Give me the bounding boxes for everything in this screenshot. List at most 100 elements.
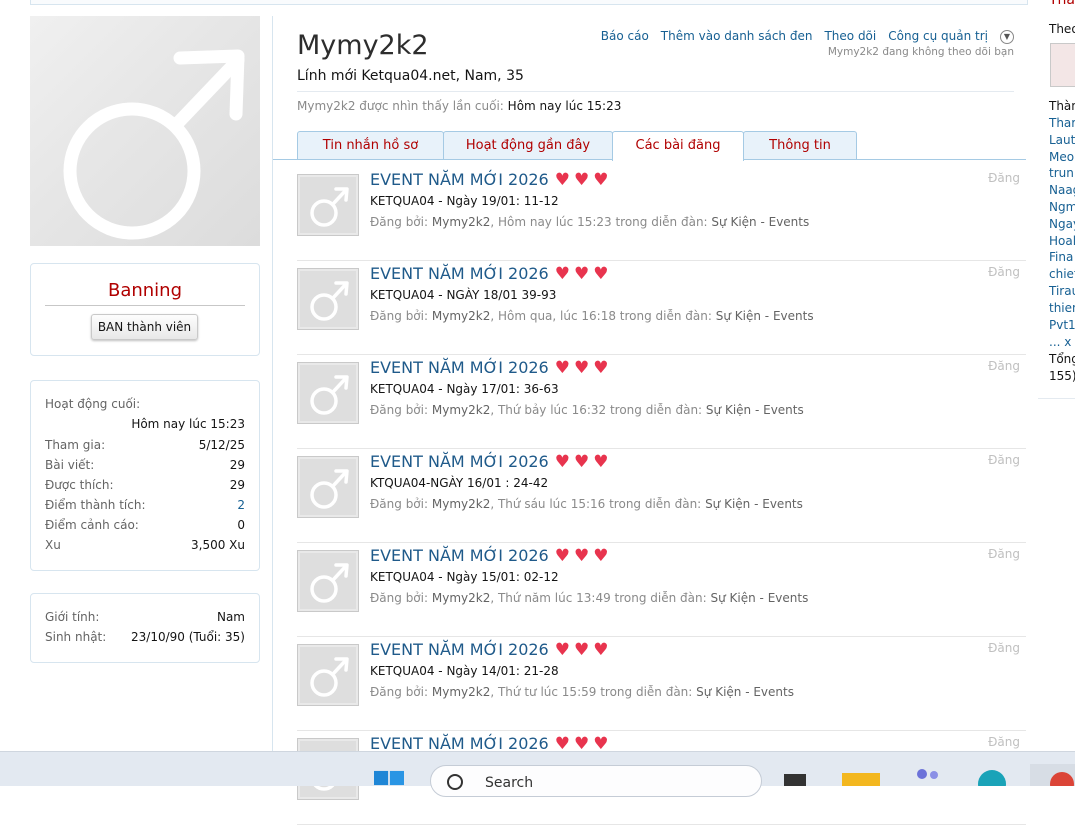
tab-profile-posts[interactable]: Tin nhắn hồ sơ: [297, 131, 444, 159]
profile-avatar[interactable]: [30, 16, 260, 246]
post-meta: Đăng bởi: Mymy2k2, Thứ sáu lúc 15:16 tro…: [370, 497, 803, 511]
post-meta: Đăng bởi: Mymy2k2, Thứ bảy lúc 16:32 tro…: [370, 403, 804, 417]
post-author-avatar[interactable]: [297, 268, 359, 330]
post-meta: Đăng bởi: Mymy2k2, Hôm qua, lúc 16:18 tr…: [370, 309, 814, 323]
stat-row: Xu 3,500 Xu: [45, 538, 245, 552]
post-title-link[interactable]: EVENT NĂM MỚI 2026 ♥♥♥: [370, 358, 612, 378]
male-icon: [310, 657, 349, 697]
member-link[interactable]: Pvt1: [1049, 318, 1075, 332]
post-title-link[interactable]: EVENT NĂM MỚI 2026 ♥♥♥: [370, 452, 612, 472]
member-link[interactable]: Ngmr: [1049, 200, 1075, 214]
profile-user-title: Lính mới Ketqua04.net, Nam, 35: [297, 68, 524, 84]
report-link[interactable]: Báo cáo: [601, 29, 649, 43]
search-input[interactable]: Search: [485, 775, 533, 791]
heart-icon: ♥♥♥: [554, 546, 613, 566]
member-link[interactable]: thien: [1049, 301, 1075, 315]
task-view-icon[interactable]: [778, 770, 812, 786]
post-forum-link[interactable]: Sự Kiện - Events: [696, 685, 794, 699]
follow-link[interactable]: Theo dõi: [824, 29, 876, 43]
member-link[interactable]: trun: [1049, 166, 1074, 180]
post-title-link[interactable]: EVENT NĂM MỚI 2026 ♥♥♥: [370, 170, 612, 190]
info-row: Giới tính: Nam: [45, 610, 245, 624]
file-explorer-icon[interactable]: [842, 770, 880, 786]
stat-row: Được thích: 29: [45, 478, 245, 492]
member-link[interactable]: Tirau: [1049, 284, 1075, 298]
post-author-link[interactable]: Mymy2k2: [432, 497, 490, 511]
chevron-down-icon[interactable]: ▼: [1000, 29, 1014, 44]
ban-panel: Banning BAN thành viên: [30, 263, 260, 356]
stat-row: Tham gia: 5/12/25: [45, 438, 245, 452]
member-link[interactable]: Hoal: [1049, 234, 1075, 248]
post-author-avatar[interactable]: [297, 456, 359, 518]
stat-row: Bài viết: 29: [45, 458, 245, 472]
chrome-icon[interactable]: [1030, 764, 1075, 786]
search-icon: [447, 774, 463, 790]
member-link[interactable]: chiet: [1049, 267, 1075, 281]
member-link[interactable]: Meor: [1049, 150, 1075, 164]
moderator-tools-link[interactable]: Công cụ quản trị: [888, 29, 988, 43]
stat-row: Điểm thành tích: 2: [45, 498, 245, 512]
post-author-link[interactable]: Mymy2k2: [432, 591, 490, 605]
tab-recent-activity[interactable]: Hoạt động gần đây: [443, 131, 613, 159]
post-meta: Đăng bởi: Mymy2k2, Thứ năm lúc 13:49 tro…: [370, 591, 809, 605]
ban-member-button[interactable]: BAN thành viên: [91, 314, 198, 340]
post-forum-link[interactable]: Sự Kiện - Events: [705, 497, 803, 511]
last-activity-label: Hoạt động cuối:: [45, 397, 141, 411]
post-title-link[interactable]: EVENT NĂM MỚI 2026 ♥♥♥: [370, 640, 612, 660]
tab-information[interactable]: Thông tin: [743, 131, 857, 159]
post-type-label: Đăng: [988, 453, 1020, 467]
member-link[interactable]: Naag: [1049, 183, 1075, 197]
male-icon: [63, 49, 245, 240]
post-author-avatar[interactable]: [297, 644, 359, 706]
post-author-avatar[interactable]: [297, 174, 359, 236]
last-seen-value: Hôm nay lúc 15:23: [507, 99, 622, 113]
column-divider: [272, 16, 273, 751]
post-item: EVENT NĂM MỚI 2026 ♥♥♥ KETQUA04 - Ngày 19/…: [297, 167, 1026, 261]
heart-icon: ♥♥♥: [554, 264, 613, 284]
post-author-link[interactable]: Mymy2k2: [432, 309, 490, 323]
post-snippet: KTQUA04-NGÀY 16/01 : 24-42: [370, 476, 549, 490]
post-title-link[interactable]: EVENT NĂM MỚI 2026 ♥♥♥: [370, 264, 612, 284]
taskbar-search[interactable]: Search: [430, 765, 762, 797]
members-label: Thàn: [1049, 99, 1075, 113]
post-forum-link[interactable]: Sự Kiện - Events: [711, 215, 809, 229]
post-forum-link[interactable]: Sự Kiện - Events: [716, 309, 814, 323]
member-link[interactable]: Ngay: [1049, 217, 1075, 231]
post-author-link[interactable]: Mymy2k2: [432, 215, 490, 229]
ignore-link[interactable]: Thêm vào danh sách đen: [661, 29, 813, 43]
post-forum-link[interactable]: Sự Kiện - Events: [711, 591, 809, 605]
post-item: EVENT NĂM MỚI 2026 ♥♥♥ KETQUA04 - NGÀY 18/…: [297, 261, 1026, 355]
heart-icon: ♥♥♥: [554, 170, 613, 190]
post-author-link[interactable]: Mymy2k2: [432, 685, 490, 699]
post-author-avatar[interactable]: [297, 550, 359, 612]
post-snippet: KETQUA04 - NGÀY 18/01 39-93: [370, 288, 557, 302]
post-type-label: Đăng: [988, 171, 1020, 185]
info-row: Sinh nhật: 23/10/90 (Tuổi: 35): [45, 630, 245, 644]
heart-icon: ♥♥♥: [554, 452, 613, 472]
post-snippet: KETQUA04 - Ngày 17/01: 36-63: [370, 382, 559, 396]
male-icon: [310, 375, 349, 415]
member-link[interactable]: Laut: [1049, 133, 1075, 147]
follower-avatar[interactable]: [1050, 43, 1075, 87]
post-meta: Đăng bởi: Mymy2k2, Hôm nay lúc 15:23 tro…: [370, 215, 810, 229]
post-title-link[interactable]: EVENT NĂM MỚI 2026 ♥♥♥: [370, 546, 612, 566]
post-forum-link[interactable]: Sự Kiện - Events: [706, 403, 804, 417]
right-sidebar: Tha Theo Thàn Thar Laut Meor trun Naag Ngmr Ng…: [1038, 0, 1075, 399]
tab-postings[interactable]: Các bài đăng: [612, 131, 744, 161]
taskbar: Search: [0, 751, 1075, 797]
more-members-link[interactable]: ... x: [1049, 335, 1071, 349]
post-snippet: KETQUA04 - Ngày 19/01: 11-12: [370, 194, 559, 208]
right-sidebar-heading: Tha: [1049, 0, 1075, 8]
teams-icon[interactable]: [910, 768, 944, 786]
edge-icon[interactable]: [975, 768, 1009, 786]
member-link[interactable]: Fina: [1049, 250, 1073, 264]
profile-actions: Báo cáo Thêm vào danh sách đen Theo dõi Côn…: [589, 29, 1014, 44]
post-author-link[interactable]: Mymy2k2: [432, 403, 490, 417]
windows-start-icon[interactable]: [374, 770, 404, 786]
post-type-label: Đăng: [988, 359, 1020, 373]
member-link[interactable]: Thar: [1049, 116, 1075, 130]
heart-icon: ♥♥♥: [554, 640, 613, 660]
post-type-label: Đăng: [988, 641, 1020, 655]
post-author-avatar[interactable]: [297, 362, 359, 424]
trophy-points-link[interactable]: 2: [237, 498, 245, 512]
